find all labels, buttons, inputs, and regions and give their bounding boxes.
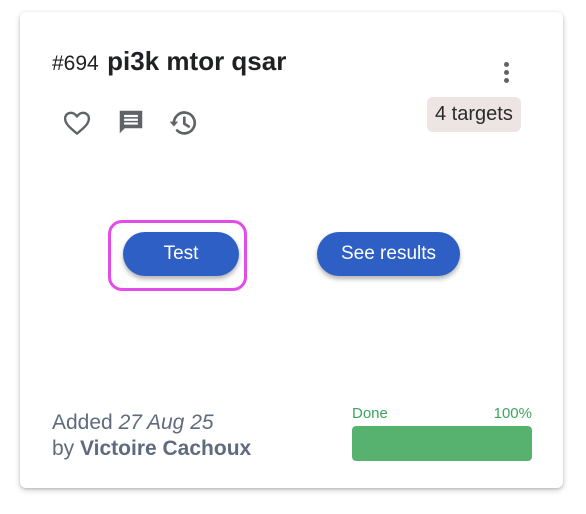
test-button[interactable]: Test <box>123 232 239 276</box>
progress-percent: 100% <box>493 405 532 422</box>
author-name: Victoire Cachoux <box>80 437 252 460</box>
added-date: 27 Aug 25 <box>118 411 214 434</box>
card-title: #694 pi3k mtor qsar <box>52 46 286 77</box>
history-icon[interactable] <box>166 106 200 140</box>
progress-status: Done <box>352 405 388 422</box>
comment-icon[interactable] <box>114 105 148 139</box>
author-line: by Victoire Cachoux <box>52 436 251 462</box>
more-options-icon[interactable] <box>492 56 520 88</box>
added-line: Added 27 Aug 25 <box>52 410 251 436</box>
project-card: #694 pi3k mtor qsar 4 targets Test See r… <box>20 12 563 488</box>
progress-labels: Done 100% <box>352 405 532 422</box>
see-results-button[interactable]: See results <box>317 232 460 276</box>
targets-badge[interactable]: 4 targets <box>427 97 521 132</box>
added-prefix: Added <box>52 411 113 434</box>
by-prefix: by <box>52 437 75 460</box>
project-name: pi3k mtor qsar <box>107 46 287 76</box>
progress-bar <box>352 426 532 461</box>
progress-bar-fill <box>352 426 532 461</box>
project-number: #694 <box>52 52 99 75</box>
favorite-heart-icon[interactable] <box>60 106 94 140</box>
added-info: Added 27 Aug 25 by Victoire Cachoux <box>52 410 251 462</box>
